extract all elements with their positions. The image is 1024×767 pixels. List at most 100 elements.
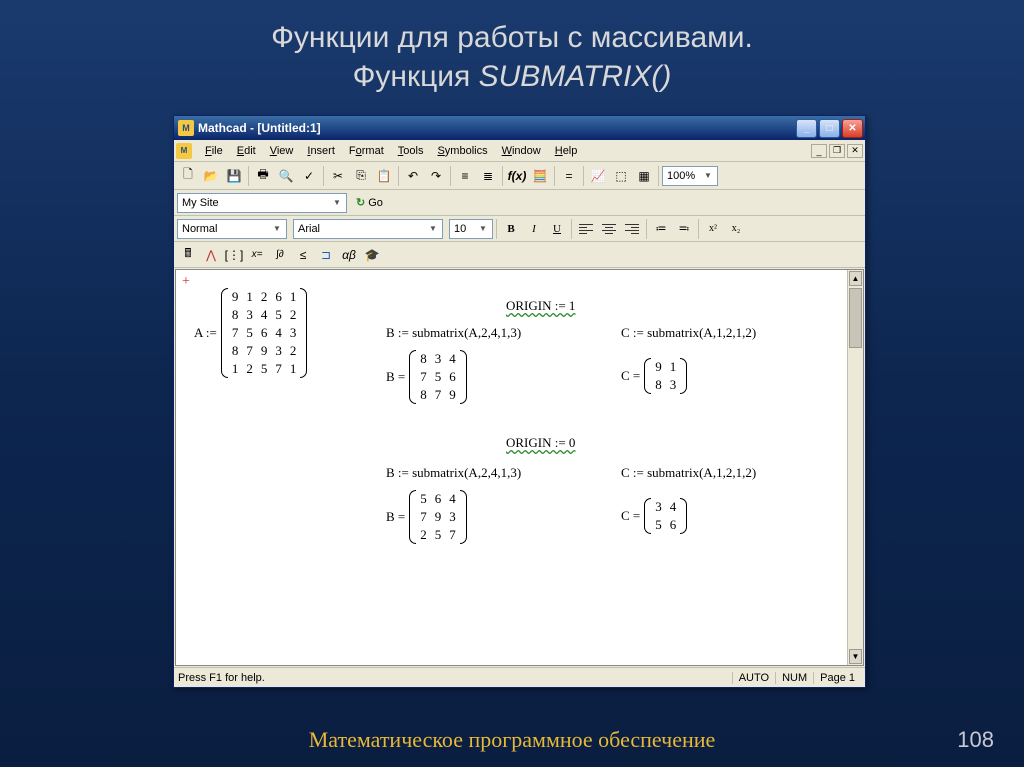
- region-A[interactable]: A := 9126183452756438793212571: [194, 288, 307, 378]
- menu-help[interactable]: Help: [548, 143, 585, 159]
- menu-window[interactable]: Window: [495, 143, 548, 159]
- fx-icon[interactable]: f(x): [506, 165, 528, 187]
- boolean-icon[interactable]: ≤: [292, 244, 314, 266]
- app-icon: M: [178, 120, 194, 136]
- menubar: M File Edit View Insert Format Tools Sym…: [174, 140, 865, 162]
- align-right-button[interactable]: [621, 219, 643, 239]
- region-C-assign1[interactable]: C := submatrix(A,1,2,1,2): [621, 325, 756, 341]
- programming-icon[interactable]: ⊐: [315, 244, 337, 266]
- eval-icon[interactable]: x=: [246, 244, 268, 266]
- scroll-down-icon[interactable]: ▼: [849, 649, 862, 664]
- menu-insert[interactable]: Insert: [300, 143, 342, 159]
- component-icon[interactable]: ⬚: [610, 165, 632, 187]
- go-button[interactable]: ↻ Go: [352, 194, 387, 211]
- site-combo[interactable]: My Site▼: [177, 193, 347, 213]
- close-button[interactable]: ✕: [842, 119, 863, 138]
- vertical-scrollbar[interactable]: ▲ ▼: [847, 270, 863, 665]
- region-origin1[interactable]: ORIGIN := 1: [506, 298, 575, 314]
- doc-icon: M: [176, 143, 192, 159]
- worksheet[interactable]: + A := 9126183452756438793212571 ORIGIN …: [175, 269, 864, 666]
- slide-footer: Математическое программное обеспечение: [0, 727, 1024, 753]
- region-C-assign2[interactable]: C := submatrix(A,1,2,1,2): [621, 465, 756, 481]
- preview-icon[interactable]: 🔍: [275, 165, 297, 187]
- menu-tools[interactable]: Tools: [391, 143, 431, 159]
- minimize-button[interactable]: _: [796, 119, 817, 138]
- math-toolbar: 🖩 ⋀ [⋮] x= ∫∂ ≤ ⊐ αβ 🎓: [174, 242, 865, 268]
- bullets-button[interactable]: ≔: [650, 219, 672, 239]
- align-center-button[interactable]: [598, 219, 620, 239]
- align-icon[interactable]: ≡: [454, 165, 476, 187]
- matrix-B1: 834756879: [409, 350, 467, 404]
- status-help: Press F1 for help.: [178, 672, 732, 684]
- sup-button[interactable]: x²: [702, 219, 724, 239]
- greek-icon[interactable]: αβ: [338, 244, 360, 266]
- mdi-close[interactable]: ✕: [847, 144, 863, 158]
- unit-icon[interactable]: 🧮: [529, 165, 551, 187]
- status-page: Page 1: [813, 672, 861, 684]
- region-C2[interactable]: C = 3456: [621, 498, 687, 534]
- format-toolbar: Normal▼ Arial▼ 10▼ B I U ≔ ≕ x² x₂: [174, 216, 865, 242]
- numbering-button[interactable]: ≕: [673, 219, 695, 239]
- region-B-assign1[interactable]: B := submatrix(A,2,4,1,3): [386, 325, 521, 341]
- region-C1[interactable]: C = 9183: [621, 358, 687, 394]
- calculator-icon[interactable]: 🖩: [177, 244, 199, 266]
- menu-edit[interactable]: Edit: [230, 143, 263, 159]
- titlebar: M Mathcad - [Untitled:1] _ □ ✕: [174, 116, 865, 140]
- A-label: A :=: [194, 325, 217, 341]
- maximize-button[interactable]: □: [819, 119, 840, 138]
- window-title: Mathcad - [Untitled:1]: [198, 121, 796, 135]
- menu-view[interactable]: View: [263, 143, 301, 159]
- copy-icon[interactable]: ⎘: [350, 165, 372, 187]
- align-left-button[interactable]: [575, 219, 597, 239]
- matrix-C2: 3456: [644, 498, 687, 534]
- mdi-restore[interactable]: ❐: [829, 144, 845, 158]
- matrix-C1: 9183: [644, 358, 687, 394]
- matrix-icon[interactable]: [⋮]: [223, 244, 245, 266]
- mdi-minimize[interactable]: _: [811, 144, 827, 158]
- cut-icon[interactable]: ✂: [327, 165, 349, 187]
- calc-icon[interactable]: =: [558, 165, 580, 187]
- scroll-thumb[interactable]: [849, 288, 862, 348]
- title-line1: Функции для работы с массивами.: [0, 18, 1024, 57]
- menu-symbolics[interactable]: Symbolics: [430, 143, 494, 159]
- print-icon[interactable]: 🖶: [252, 165, 274, 187]
- go-arrow-icon: ↻: [356, 196, 365, 209]
- matrix-B2: 564793257: [409, 490, 467, 544]
- region-B2[interactable]: B = 564793257: [386, 490, 467, 544]
- italic-button[interactable]: I: [523, 219, 545, 239]
- calculus-icon[interactable]: ∫∂: [269, 244, 291, 266]
- graph-toolbar-icon[interactable]: ⋀: [200, 244, 222, 266]
- paste-icon[interactable]: 📋: [373, 165, 395, 187]
- region-B1[interactable]: B = 834756879: [386, 350, 467, 404]
- region-B-assign2[interactable]: B := submatrix(A,2,4,1,3): [386, 465, 521, 481]
- sub-button[interactable]: x₂: [725, 219, 747, 239]
- font-combo[interactable]: Arial▼: [293, 219, 443, 239]
- new-icon[interactable]: 🗋: [177, 165, 199, 187]
- menu-file[interactable]: File: [198, 143, 230, 159]
- bold-button[interactable]: B: [500, 219, 522, 239]
- scroll-up-icon[interactable]: ▲: [849, 271, 862, 286]
- slide-title: Функции для работы с массивами. Функция …: [0, 0, 1024, 96]
- redo-icon[interactable]: ↷: [425, 165, 447, 187]
- open-icon[interactable]: 📂: [200, 165, 222, 187]
- undo-icon[interactable]: ↶: [402, 165, 424, 187]
- menu-format[interactable]: Format: [342, 143, 391, 159]
- page-number: 108: [957, 727, 994, 753]
- status-num: NUM: [775, 672, 813, 684]
- symbolic-icon[interactable]: 🎓: [361, 244, 383, 266]
- graph-icon[interactable]: 📈: [587, 165, 609, 187]
- matrix-A: 9126183452756438793212571: [221, 288, 308, 378]
- insert2-icon[interactable]: ▦: [633, 165, 655, 187]
- region-origin0[interactable]: ORIGIN := 0: [506, 435, 575, 451]
- zoom-combo[interactable]: 100%▼: [662, 166, 718, 186]
- cursor-cross: +: [182, 274, 190, 290]
- underline-button[interactable]: U: [546, 219, 568, 239]
- style-combo[interactable]: Normal▼: [177, 219, 287, 239]
- save-icon[interactable]: 💾: [223, 165, 245, 187]
- spell-icon[interactable]: ✓: [298, 165, 320, 187]
- fontsize-combo[interactable]: 10▼: [449, 219, 493, 239]
- align2-icon[interactable]: ≣: [477, 165, 499, 187]
- status-auto: AUTO: [732, 672, 775, 684]
- web-toolbar: My Site▼ ↻ Go: [174, 190, 865, 216]
- mathcad-window: M Mathcad - [Untitled:1] _ □ ✕ M File Ed…: [173, 115, 866, 688]
